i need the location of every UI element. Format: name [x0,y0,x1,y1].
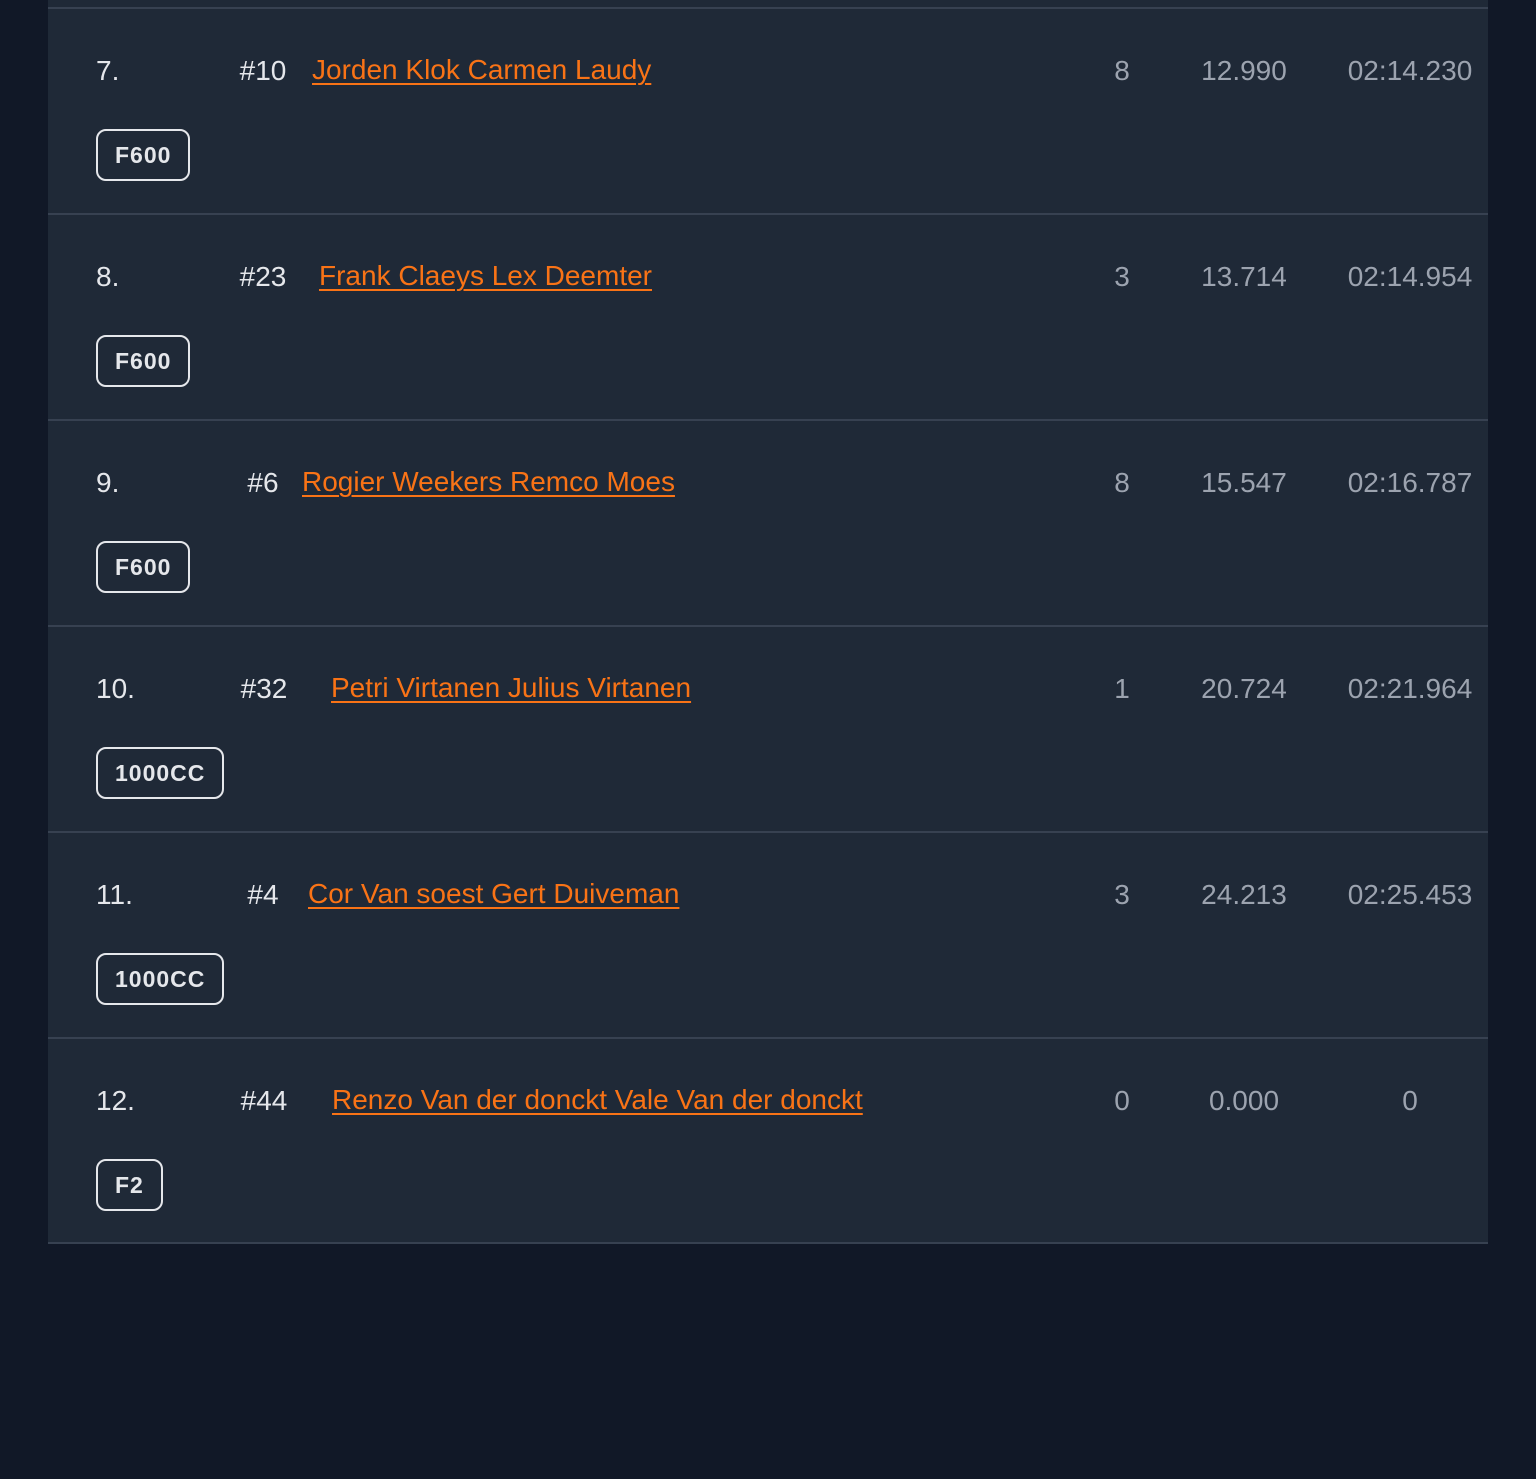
position-cell: 8. [96,261,120,292]
row-main-line: 11. #4 Cor Van soest Gert Duiveman 3 24.… [48,869,1488,919]
gap-cell: 13.714 [1201,261,1287,292]
car-number-cell: #10 [239,55,287,86]
time-cell: 02:14.230 [1347,55,1473,86]
position-cell: 11. [96,879,133,910]
laps-cell: 8 [1114,467,1130,498]
laps-cell: 8 [1114,55,1130,86]
laps-cell: 3 [1114,261,1130,292]
car-number-cell: #44 [240,1085,288,1116]
class-badge: 1000CC [96,953,225,1005]
table-row: 10. #32 Petri Virtanen Julius Virtanen 1… [48,627,1488,833]
class-badge: F600 [96,541,191,593]
driver-link[interactable]: Renzo Van der donckt Vale Van der donckt [332,1085,863,1115]
driver-link[interactable]: Rogier Weekers Remco Moes [302,467,675,497]
gap-cell: 12.990 [1201,55,1287,86]
row-main-line: 10. #32 Petri Virtanen Julius Virtanen 1… [48,663,1488,713]
time-cell: 02:16.787 [1347,467,1473,498]
laps-cell: 1 [1114,673,1130,704]
row-main-line: 9. #6 Rogier Weekers Remco Moes 8 15.547… [48,457,1488,507]
row-main-line: 7. #10 Jorden Klok Carmen Laudy 8 12.990… [48,45,1488,95]
class-badge: F600 [96,129,191,181]
gap-cell: 20.724 [1201,673,1287,704]
gap-cell: 24.213 [1201,879,1287,910]
driver-link[interactable]: Petri Virtanen Julius Virtanen [331,673,691,703]
position-cell: 9. [96,467,120,498]
table-row: 12. #44 Renzo Van der donckt Vale Van de… [48,1039,1488,1242]
time-cell: 02:21.964 [1347,673,1473,704]
results-table: 7. #10 Jorden Klok Carmen Laudy 8 12.990… [48,0,1488,1244]
table-row: 9. #6 Rogier Weekers Remco Moes 8 15.547… [48,421,1488,627]
row-main-line: 12. #44 Renzo Van der donckt Vale Van de… [48,1075,1488,1125]
gap-cell: 0.000 [1208,1085,1280,1116]
laps-cell: 0 [1114,1085,1130,1116]
laps-cell: 3 [1114,879,1130,910]
driver-link[interactable]: Cor Van soest Gert Duiveman [308,879,679,909]
time-cell: 0 [1402,1085,1418,1116]
class-badge: 1000CC [96,747,225,799]
position-cell: 7. [96,55,120,86]
driver-link[interactable]: Jorden Klok Carmen Laudy [312,55,651,85]
table-row: 11. #4 Cor Van soest Gert Duiveman 3 24.… [48,833,1488,1039]
car-number-cell: #6 [247,467,279,498]
row-main-line: 8. #23 Frank Claeys Lex Deemter 3 13.714… [48,251,1488,301]
gap-cell: 15.547 [1201,467,1287,498]
time-cell: 02:14.954 [1347,261,1473,292]
car-number-cell: #4 [247,879,279,910]
class-badge: F2 [96,1159,163,1211]
position-cell: 12. [96,1085,135,1116]
class-badge: F600 [96,335,191,387]
table-row: 7. #10 Jorden Klok Carmen Laudy 8 12.990… [48,9,1488,215]
driver-link[interactable]: Frank Claeys Lex Deemter [319,261,652,291]
time-cell: 02:25.453 [1347,879,1473,910]
car-number-cell: #23 [239,261,287,292]
table-row: 8. #23 Frank Claeys Lex Deemter 3 13.714… [48,215,1488,421]
car-number-cell: #32 [240,673,288,704]
position-cell: 10. [96,673,135,704]
